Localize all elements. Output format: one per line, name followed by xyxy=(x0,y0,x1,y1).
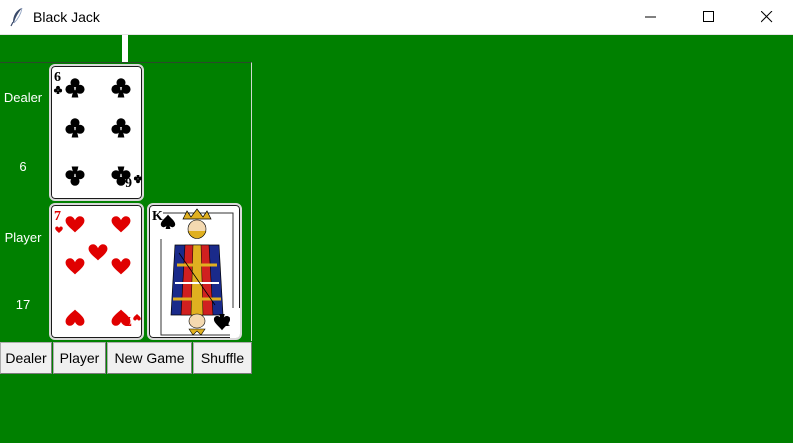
minimize-icon xyxy=(645,16,656,18)
shuffle-button[interactable]: Shuffle xyxy=(193,342,252,374)
player-card-seven-of-hearts: 7 7 xyxy=(49,203,144,340)
player-score: 17 xyxy=(15,297,31,312)
close-button[interactable] xyxy=(744,0,790,35)
maximize-icon xyxy=(703,11,714,22)
player-label: Player xyxy=(4,230,42,245)
card-rank-bottom: 7 xyxy=(125,313,132,328)
new-game-button[interactable]: New Game xyxy=(107,342,192,374)
maximize-button[interactable] xyxy=(686,0,732,35)
dealer-score: 6 xyxy=(19,159,27,174)
player-card-king-of-spades: K K xyxy=(147,203,242,340)
window-title: Black Jack xyxy=(33,9,100,25)
title-bar: Black Jack xyxy=(0,0,793,35)
top-divider xyxy=(122,35,128,62)
dealer-label: Dealer xyxy=(3,90,43,105)
minimize-button[interactable] xyxy=(628,0,674,35)
card-rank-bottom: 6 xyxy=(125,174,132,189)
card-rank-top: K xyxy=(152,209,163,224)
card-rank-top: 6 xyxy=(54,70,61,85)
dealer-card-six-of-clubs: 6 6 xyxy=(49,64,144,201)
player-button[interactable]: Player xyxy=(53,342,106,374)
feather-icon xyxy=(10,7,24,27)
close-icon xyxy=(761,11,773,23)
card-rank-top: 7 xyxy=(54,209,61,224)
dealer-button[interactable]: Dealer xyxy=(0,342,52,374)
card-rank-bottom: K xyxy=(219,313,230,328)
